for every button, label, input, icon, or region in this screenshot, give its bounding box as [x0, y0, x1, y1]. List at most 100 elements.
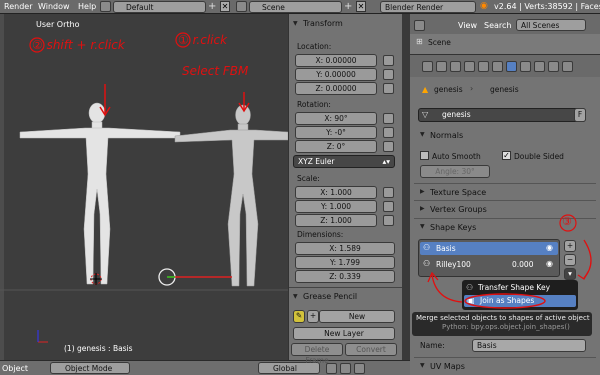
mesh-name-field[interactable]: genesis [442, 110, 471, 119]
remove-shape-key-button[interactable]: − [564, 254, 576, 266]
add-layout-icon[interactable]: + [208, 1, 216, 12]
render-engine-select[interactable]: Blender Render [380, 1, 476, 13]
location-z[interactable]: Z: 0.00000 [295, 82, 377, 95]
rotation-z[interactable]: Z: 0° [295, 140, 377, 153]
lock-icon[interactable] [383, 215, 394, 226]
delete-frame-button[interactable]: Delete Frame [291, 343, 343, 365]
lock-icon[interactable] [383, 201, 394, 212]
uv-maps-header[interactable]: UV Maps [430, 362, 465, 371]
dimension-x[interactable]: X: 1.589 [295, 242, 395, 255]
add-shape-key-button[interactable]: + [564, 240, 576, 252]
scale-x[interactable]: X: 1.000 [295, 186, 377, 199]
world-tab-icon[interactable] [450, 61, 461, 72]
rotation-y[interactable]: Y: -0° [295, 126, 377, 139]
modifiers-tab-icon[interactable] [492, 61, 503, 72]
lock-icon[interactable] [383, 113, 394, 124]
new-layer-button[interactable]: New Layer [293, 327, 395, 340]
shape-key-name-field[interactable]: Basis [472, 339, 586, 352]
area-divider[interactable] [402, 14, 410, 360]
close-layout-icon[interactable]: ✕ [220, 1, 230, 12]
pencil-icon[interactable]: ✎ [293, 310, 305, 323]
angle-field[interactable]: Angle: 30° [420, 165, 490, 178]
vertex-groups-header[interactable]: Vertex Groups [430, 205, 487, 214]
convert-button[interactable]: Convert [345, 343, 397, 356]
particles-tab-icon[interactable] [548, 61, 559, 72]
outliner-view-menu[interactable]: View [458, 21, 477, 30]
engine-label: Blender Render [385, 3, 444, 12]
transfer-shape-key-item[interactable]: Transfer Shape Key [478, 283, 550, 292]
dimension-y[interactable]: Y: 1.799 [295, 256, 395, 269]
lock-icon[interactable] [383, 83, 394, 94]
shape-key-name[interactable]: Basis [436, 244, 456, 253]
outliner-editor-icon[interactable] [414, 20, 425, 31]
layout-select[interactable]: Default [113, 1, 206, 13]
breadcrumb-object[interactable]: genesis [434, 85, 463, 94]
lock-icon[interactable] [383, 69, 394, 80]
location-label: Location: [297, 42, 332, 51]
transform-panel: ▼ Transform Location: X: 0.00000 Y: 0.00… [288, 14, 403, 365]
lock-icon[interactable] [383, 141, 394, 152]
scene-tree-item[interactable]: Scene [428, 38, 451, 47]
grease-pencil-header[interactable]: Grease Pencil [303, 292, 357, 301]
scene-label: Scene [262, 3, 285, 12]
shape-key-value[interactable]: 0.000 [512, 260, 533, 269]
join-icon: ▣ [467, 296, 475, 305]
scale-y[interactable]: Y: 1.000 [295, 200, 377, 213]
texture-space-header[interactable]: Texture Space [430, 188, 486, 197]
texture-tab-icon[interactable] [534, 61, 545, 72]
shape-key-specials-button[interactable]: ▾ [564, 268, 576, 280]
add-scene-icon[interactable]: + [344, 1, 352, 12]
lock-icon[interactable] [383, 187, 394, 198]
snap-icon[interactable] [340, 363, 351, 374]
menu-help[interactable]: Help [78, 2, 96, 11]
menu-object[interactable]: Object [2, 364, 28, 373]
rotation-x[interactable]: X: 90° [295, 112, 377, 125]
close-scene-icon[interactable]: ✕ [356, 1, 366, 12]
rotation-mode-select[interactable]: XYZ Euler ▴▾ [293, 155, 395, 168]
render-tab-icon[interactable] [422, 61, 433, 72]
scene-tree-icon: ⊞ [416, 37, 423, 46]
scene-select[interactable]: Scene [249, 1, 342, 13]
shape-keys-header[interactable]: Shape Keys [430, 223, 476, 232]
divider [414, 200, 596, 201]
new-gpencil-icon[interactable]: + [307, 310, 319, 323]
outliner-search-menu[interactable]: Search [484, 21, 511, 30]
normals-header[interactable]: Normals [430, 131, 463, 140]
breadcrumb-mesh[interactable]: genesis [490, 85, 519, 94]
double-sided-checkbox[interactable]: ✓ [502, 151, 511, 160]
scale-z[interactable]: Z: 1.000 [295, 214, 377, 227]
menu-window[interactable]: Window [38, 2, 70, 11]
fake-user-button[interactable]: F [574, 108, 586, 122]
shape-key-row-rilley[interactable]: ⚇ Rilley100 0.000 ◉ [420, 258, 558, 271]
eye-icon[interactable]: ◉ [546, 259, 553, 268]
data-tab-icon[interactable] [506, 61, 517, 72]
shape-key-specials-menu: ⚇ Transfer Shape Key ▣ Join as Shapes [462, 280, 578, 310]
join-as-shapes-item[interactable]: ▣ Join as Shapes [464, 295, 576, 307]
shape-key-row-basis[interactable]: ⚇ Basis ◉ [420, 242, 558, 255]
physics-tab-icon[interactable] [562, 61, 573, 72]
new-gpencil-button[interactable]: New [319, 310, 395, 323]
menu-render[interactable]: Render [4, 2, 32, 11]
screen-layout-icon[interactable] [100, 1, 111, 12]
auto-smooth-checkbox[interactable] [420, 151, 429, 160]
expand-triangle-icon: ▶ [420, 205, 425, 212]
eye-icon[interactable]: ◉ [546, 243, 553, 252]
material-tab-icon[interactable] [520, 61, 531, 72]
object-tab-icon[interactable] [464, 61, 475, 72]
scene-icon[interactable] [236, 1, 247, 12]
mode-select[interactable]: Object Mode [50, 362, 130, 374]
collapse-triangle-icon: ▼ [293, 20, 298, 27]
viewport-3d[interactable]: User Ortho ② shift + r.click ① r.click S… [0, 14, 288, 360]
scene-tab-icon[interactable] [436, 61, 447, 72]
outliner-display-select[interactable]: All Scenes [516, 19, 586, 31]
location-y[interactable]: Y: 0.00000 [295, 68, 377, 81]
breadcrumb-object-icon: ▲ [422, 85, 429, 94]
constraints-tab-icon[interactable] [478, 61, 489, 72]
dimension-z[interactable]: Z: 0.339 [295, 270, 395, 283]
location-x[interactable]: X: 0.00000 [295, 54, 377, 67]
shape-key-name[interactable]: Rilley100 [436, 260, 471, 269]
lock-icon[interactable] [383, 127, 394, 138]
transform-header[interactable]: Transform [303, 19, 343, 28]
render-icon[interactable] [354, 363, 365, 374]
lock-icon[interactable] [383, 55, 394, 66]
